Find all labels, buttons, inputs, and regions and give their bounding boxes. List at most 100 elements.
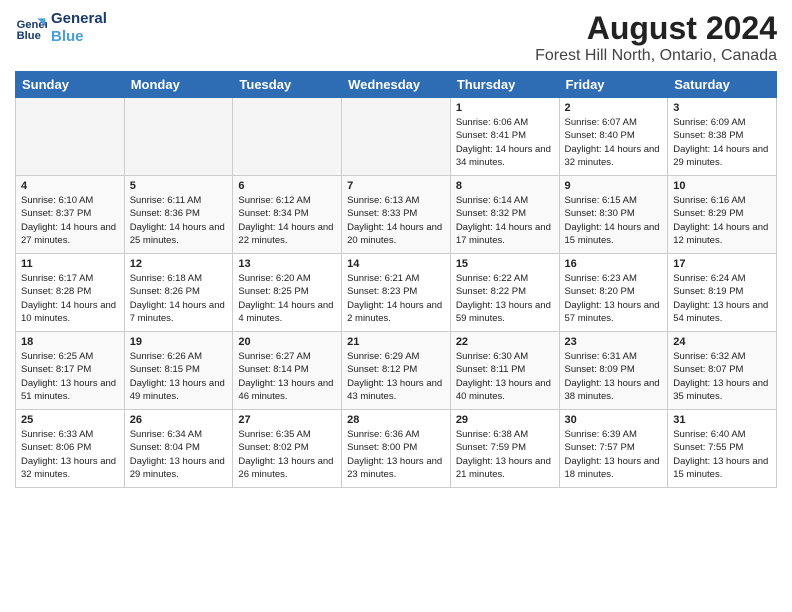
- day-number: 4: [21, 180, 119, 192]
- day-info: Sunrise: 6:17 AMSunset: 8:28 PMDaylight:…: [21, 272, 119, 325]
- day-number: 25: [21, 414, 119, 426]
- day-number: 1: [456, 102, 554, 114]
- day-info: Sunrise: 6:16 AMSunset: 8:29 PMDaylight:…: [673, 194, 771, 247]
- calendar-cell: 28Sunrise: 6:36 AMSunset: 8:00 PMDayligh…: [342, 410, 451, 488]
- day-info: Sunrise: 6:32 AMSunset: 8:07 PMDaylight:…: [673, 350, 771, 403]
- calendar-cell: 7 Sunrise: 6:13 AMSunset: 8:33 PMDaylight…: [342, 176, 451, 254]
- calendar-cell: 14Sunrise: 6:21 AMSunset: 8:23 PMDayligh…: [342, 254, 451, 332]
- day-info: Sunrise: 6:06 AMSunset: 8:41 PMDaylight:…: [456, 116, 554, 169]
- day-info: Sunrise: 6:24 AMSunset: 8:19 PMDaylight:…: [673, 272, 771, 325]
- calendar-cell: 4 Sunrise: 6:10 AMSunset: 8:37 PMDaylight…: [16, 176, 125, 254]
- calendar-cell: 17 Sunrise: 6:24 AMSunset: 8:19 PMDayligh…: [668, 254, 777, 332]
- day-info: Sunrise: 6:12 AMSunset: 8:34 PMDaylight:…: [238, 194, 336, 247]
- day-number: 19: [130, 336, 228, 348]
- subtitle: Forest Hill North, Ontario, Canada: [535, 47, 777, 65]
- calendar-cell: [124, 98, 233, 176]
- day-info: Sunrise: 6:22 AMSunset: 8:22 PMDaylight:…: [456, 272, 554, 325]
- day-info: Sunrise: 6:26 AMSunset: 8:15 PMDaylight:…: [130, 350, 228, 403]
- page-header: General Blue General Blue August 2024 Fo…: [15, 10, 777, 65]
- calendar-cell: 25 Sunrise: 6:33 AMSunset: 8:06 PMDayligh…: [16, 410, 125, 488]
- day-number: 6: [238, 180, 336, 192]
- day-info: Sunrise: 6:35 AMSunset: 8:02 PMDaylight:…: [238, 428, 336, 481]
- calendar-cell: [233, 98, 342, 176]
- day-info: Sunrise: 6:34 AMSunset: 8:04 PMDaylight:…: [130, 428, 228, 481]
- calendar-cell: 5 Sunrise: 6:11 AMSunset: 8:36 PMDaylight…: [124, 176, 233, 254]
- calendar-cell: 8Sunrise: 6:14 AMSunset: 8:32 PMDaylight…: [450, 176, 559, 254]
- day-info: Sunrise: 6:11 AMSunset: 8:36 PMDaylight:…: [130, 194, 228, 247]
- day-number: 16: [565, 258, 663, 270]
- day-number: 21: [347, 336, 445, 348]
- calendar-day-header: Thursday: [450, 72, 559, 98]
- day-info: Sunrise: 6:18 AMSunset: 8:26 PMDaylight:…: [130, 272, 228, 325]
- calendar-day-header: Wednesday: [342, 72, 451, 98]
- calendar-cell: 19 Sunrise: 6:26 AMSunset: 8:15 PMDayligh…: [124, 332, 233, 410]
- day-info: Sunrise: 6:10 AMSunset: 8:37 PMDaylight:…: [21, 194, 119, 247]
- calendar-cell: 10 Sunrise: 6:16 AMSunset: 8:29 PMDayligh…: [668, 176, 777, 254]
- day-number: 12: [130, 258, 228, 270]
- day-info: Sunrise: 6:21 AMSunset: 8:23 PMDaylight:…: [347, 272, 445, 325]
- calendar-cell: 24Sunrise: 6:32 AMSunset: 8:07 PMDayligh…: [668, 332, 777, 410]
- calendar-cell: 18Sunrise: 6:25 AMSunset: 8:17 PMDayligh…: [16, 332, 125, 410]
- day-number: 31: [673, 414, 771, 426]
- day-number: 5: [130, 180, 228, 192]
- calendar-week-row: 4 Sunrise: 6:10 AMSunset: 8:37 PMDaylight…: [16, 176, 777, 254]
- day-info: Sunrise: 6:33 AMSunset: 8:06 PMDaylight:…: [21, 428, 119, 481]
- day-number: 9: [565, 180, 663, 192]
- day-info: Sunrise: 6:36 AMSunset: 8:00 PMDaylight:…: [347, 428, 445, 481]
- day-number: 20: [238, 336, 336, 348]
- day-info: Sunrise: 6:20 AMSunset: 8:25 PMDaylight:…: [238, 272, 336, 325]
- day-info: Sunrise: 6:27 AMSunset: 8:14 PMDaylight:…: [238, 350, 336, 403]
- day-info: Sunrise: 6:40 AMSunset: 7:55 PMDaylight:…: [673, 428, 771, 481]
- calendar-cell: 21Sunrise: 6:29 AMSunset: 8:12 PMDayligh…: [342, 332, 451, 410]
- calendar-cell: 29 Sunrise: 6:38 AMSunset: 7:59 PMDayligh…: [450, 410, 559, 488]
- logo-line2: Blue: [51, 28, 107, 46]
- day-number: 27: [238, 414, 336, 426]
- day-number: 29: [456, 414, 554, 426]
- logo: General Blue General Blue: [15, 10, 107, 46]
- day-number: 2: [565, 102, 663, 114]
- day-number: 26: [130, 414, 228, 426]
- day-number: 7: [347, 180, 445, 192]
- day-info: Sunrise: 6:07 AMSunset: 8:40 PMDaylight:…: [565, 116, 663, 169]
- calendar-cell: 1 Sunrise: 6:06 AMSunset: 8:41 PMDaylight…: [450, 98, 559, 176]
- calendar-cell: 26 Sunrise: 6:34 AMSunset: 8:04 PMDayligh…: [124, 410, 233, 488]
- calendar-cell: 15 Sunrise: 6:22 AMSunset: 8:22 PMDayligh…: [450, 254, 559, 332]
- calendar-cell: 27 Sunrise: 6:35 AMSunset: 8:02 PMDayligh…: [233, 410, 342, 488]
- day-number: 22: [456, 336, 554, 348]
- calendar-header-row: SundayMondayTuesdayWednesdayThursdayFrid…: [16, 72, 777, 98]
- calendar-cell: 16 Sunrise: 6:23 AMSunset: 8:20 PMDayligh…: [559, 254, 668, 332]
- calendar-cell: 13 Sunrise: 6:20 AMSunset: 8:25 PMDayligh…: [233, 254, 342, 332]
- day-info: Sunrise: 6:38 AMSunset: 7:59 PMDaylight:…: [456, 428, 554, 481]
- day-number: 17: [673, 258, 771, 270]
- day-number: 10: [673, 180, 771, 192]
- day-info: Sunrise: 6:15 AMSunset: 8:30 PMDaylight:…: [565, 194, 663, 247]
- day-info: Sunrise: 6:39 AMSunset: 7:57 PMDaylight:…: [565, 428, 663, 481]
- calendar-cell: 9 Sunrise: 6:15 AMSunset: 8:30 PMDaylight…: [559, 176, 668, 254]
- calendar-week-row: 11Sunrise: 6:17 AMSunset: 8:28 PMDayligh…: [16, 254, 777, 332]
- calendar-cell: [342, 98, 451, 176]
- calendar-day-header: Tuesday: [233, 72, 342, 98]
- calendar-cell: 20 Sunrise: 6:27 AMSunset: 8:14 PMDayligh…: [233, 332, 342, 410]
- day-info: Sunrise: 6:30 AMSunset: 8:11 PMDaylight:…: [456, 350, 554, 403]
- day-info: Sunrise: 6:13 AMSunset: 8:33 PMDaylight:…: [347, 194, 445, 247]
- calendar: SundayMondayTuesdayWednesdayThursdayFrid…: [15, 71, 777, 488]
- day-info: Sunrise: 6:25 AMSunset: 8:17 PMDaylight:…: [21, 350, 119, 403]
- svg-text:Blue: Blue: [17, 30, 41, 42]
- calendar-cell: 11Sunrise: 6:17 AMSunset: 8:28 PMDayligh…: [16, 254, 125, 332]
- calendar-cell: [16, 98, 125, 176]
- calendar-cell: 22 Sunrise: 6:30 AMSunset: 8:11 PMDayligh…: [450, 332, 559, 410]
- day-number: 13: [238, 258, 336, 270]
- title-block: August 2024 Forest Hill North, Ontario, …: [535, 10, 777, 65]
- calendar-day-header: Sunday: [16, 72, 125, 98]
- day-info: Sunrise: 6:09 AMSunset: 8:38 PMDaylight:…: [673, 116, 771, 169]
- calendar-cell: 23Sunrise: 6:31 AMSunset: 8:09 PMDayligh…: [559, 332, 668, 410]
- calendar-week-row: 18Sunrise: 6:25 AMSunset: 8:17 PMDayligh…: [16, 332, 777, 410]
- calendar-day-header: Friday: [559, 72, 668, 98]
- calendar-week-row: 1 Sunrise: 6:06 AMSunset: 8:41 PMDaylight…: [16, 98, 777, 176]
- logo-line1: General: [51, 10, 107, 28]
- day-info: Sunrise: 6:31 AMSunset: 8:09 PMDaylight:…: [565, 350, 663, 403]
- day-info: Sunrise: 6:14 AMSunset: 8:32 PMDaylight:…: [456, 194, 554, 247]
- day-info: Sunrise: 6:23 AMSunset: 8:20 PMDaylight:…: [565, 272, 663, 325]
- day-number: 15: [456, 258, 554, 270]
- calendar-cell: 6 Sunrise: 6:12 AMSunset: 8:34 PMDaylight…: [233, 176, 342, 254]
